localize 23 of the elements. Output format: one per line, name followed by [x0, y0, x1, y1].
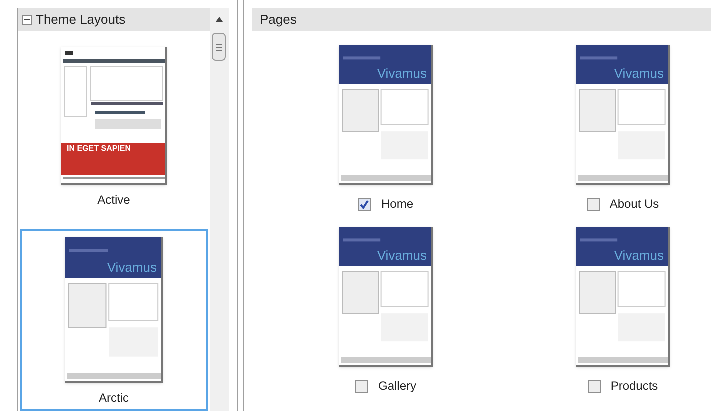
- thumbnail-heading: Vivamus: [377, 67, 427, 80]
- thumbnail-heading: Vivamus: [614, 67, 664, 80]
- layout-label: Active: [98, 192, 130, 209]
- page-label: Gallery: [378, 378, 416, 395]
- page-label: About Us: [610, 196, 660, 213]
- checkbox[interactable]: [358, 198, 372, 210]
- thumbnail-heading: Vivamus: [377, 249, 427, 262]
- checkbox[interactable]: [355, 380, 368, 392]
- collapse-icon[interactable]: [22, 14, 32, 24]
- thumbnail-heading: IN EGET SAPIEN: [67, 145, 132, 153]
- panel-title: Theme Layouts: [36, 10, 126, 29]
- layout-card[interactable]: IN EGET SAPIEN Active: [20, 39, 208, 221]
- checkbox[interactable]: [586, 198, 600, 210]
- layout-label: Arctic: [99, 390, 129, 407]
- checkbox[interactable]: [588, 380, 601, 392]
- panel-title: Pages: [260, 10, 297, 29]
- page-label: Products: [610, 378, 658, 395]
- scrollbar-thumb[interactable]: [212, 33, 226, 61]
- layout-card[interactable]: Vivamus Arctic: [20, 229, 208, 411]
- scroll-up-icon[interactable]: [216, 17, 223, 22]
- page-label: Home: [381, 196, 414, 213]
- thumbnail-heading: Vivamus: [614, 249, 664, 262]
- thumbnail-heading: Vivamus: [107, 261, 157, 274]
